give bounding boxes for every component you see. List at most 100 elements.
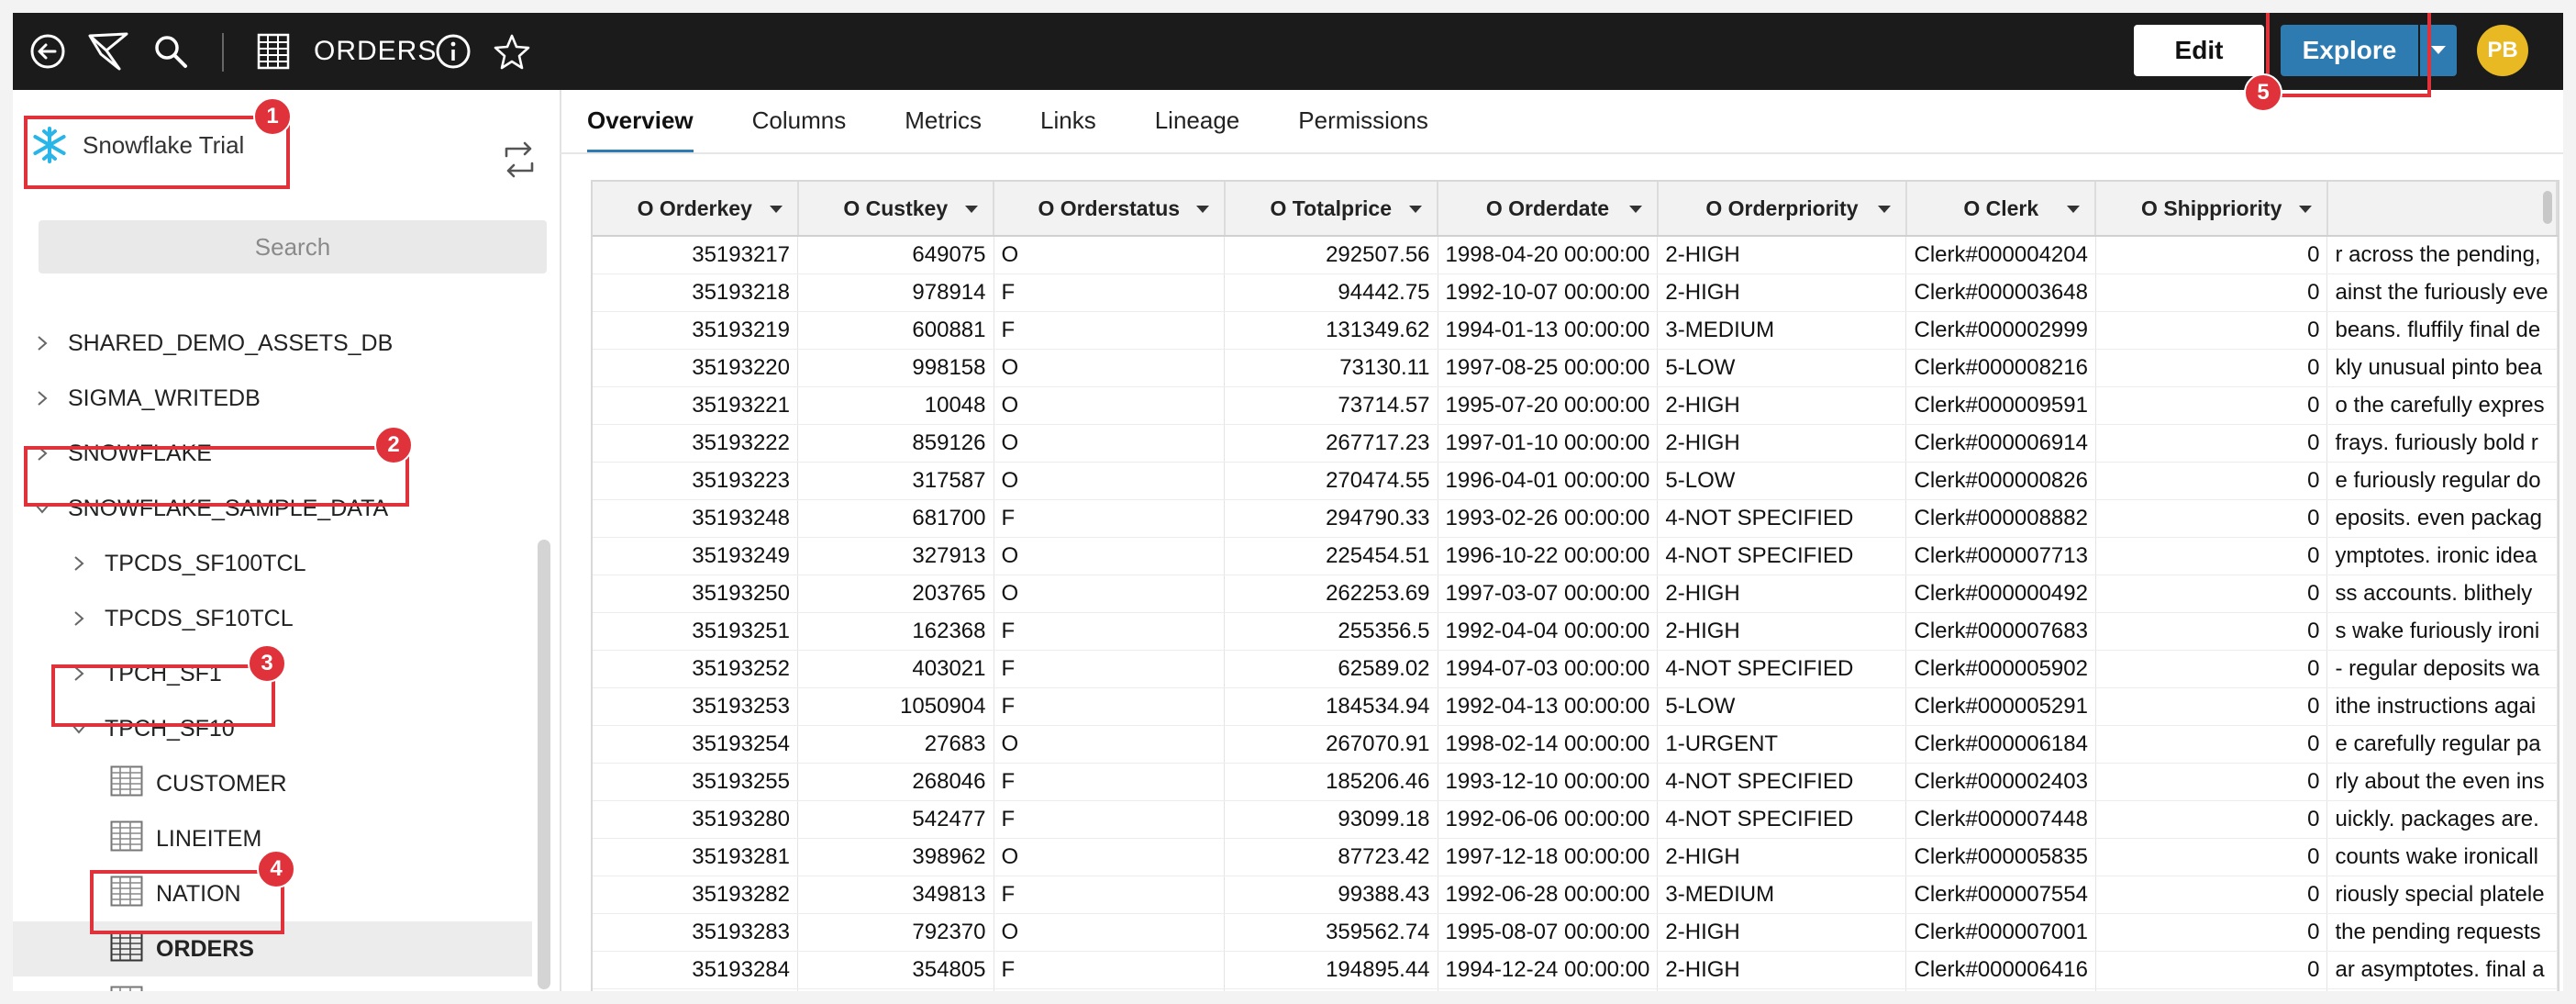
chevron-right-icon[interactable] (33, 390, 51, 407)
table-row[interactable]: 35193255 268046 F 185206.46 1993-12-10 00:00… (593, 763, 2558, 801)
highlight-box-3 (51, 664, 275, 727)
caret-down-icon[interactable] (2298, 206, 2312, 213)
table-row[interactable]: 35193248 681700 F 294790.33 1993-02-26 00:00… (593, 499, 2558, 538)
table-cell: 0 (2095, 236, 2328, 274)
tree-item-tpcds-sf10tcl[interactable]: TPCDS_SF10TCL (13, 591, 532, 646)
column-header[interactable] (2326, 182, 2558, 237)
table-cell: Clerk#000008216 (1905, 349, 2096, 387)
table-row[interactable]: 35193285686686F213464.371994-01-27 00:00… (593, 988, 2558, 991)
table-cell: 35193250 (593, 575, 798, 613)
sidebar-scrollbar[interactable] (538, 540, 550, 989)
caret-down-icon[interactable] (1628, 206, 1642, 213)
tab-overview[interactable]: Overview (587, 90, 694, 153)
table-cell: 185206.46 (1224, 763, 1438, 801)
table-cell: 542477 (797, 800, 994, 839)
column-header[interactable]: O Orderpriority (1657, 182, 1907, 237)
caret-down-icon[interactable] (1409, 206, 1423, 213)
tree-item-customer[interactable]: CUSTOMER (13, 756, 532, 811)
tree-item-part[interactable]: PART (13, 976, 532, 991)
info-icon[interactable] (433, 13, 473, 90)
table-row[interactable]: 35193223 317587 O 270474.55 1996-04-01 00:00… (593, 462, 2558, 500)
table-row[interactable]: 35193221 10048 O 73714.57 1995-07-20 00:00:0… (593, 386, 2558, 425)
column-header[interactable]: O Orderdate (1438, 182, 1659, 237)
table-row[interactable]: 35193284 354805 F 194895.44 1994-12-24 00:00… (593, 951, 2558, 989)
table-row[interactable]: 35193253 1050904 F 184534.94 1992-04-13 00:0… (593, 687, 2558, 726)
column-header[interactable]: O Orderstatus (994, 182, 1226, 237)
column-header[interactable]: O Custkey (797, 182, 994, 237)
table-cell: ainst the furiously eve (2326, 273, 2558, 312)
table-cell: 686686 (797, 988, 994, 991)
table-row[interactable]: 35193251 162368 F 255356.5 1992-04-04 00:00:… (593, 612, 2558, 651)
table-cell: 1993-12-10 00:00:00 (1438, 763, 1659, 801)
tab-links[interactable]: Links (1040, 90, 1096, 151)
table-cell: F (994, 311, 1226, 350)
chevron-right-icon[interactable] (33, 335, 51, 351)
table-row[interactable]: 35193252 403021 F 62589.02 1994-07-03 00:00:… (593, 650, 2558, 688)
tab-columns[interactable]: Columns (752, 90, 847, 151)
caret-down-icon[interactable] (769, 206, 783, 213)
table-cell: 0 (2095, 838, 2328, 876)
table-row[interactable]: 35193250 203765 O 262253.69 1997-03-07 00:00… (593, 575, 2558, 613)
table-row[interactable]: 35193217 649075 O 292507.56 1998-04-20 00:00… (593, 236, 2558, 274)
table-cell: O (994, 575, 1226, 613)
tree-item-tpcds-sf100tcl[interactable]: TPCDS_SF100TCL (13, 536, 532, 591)
table-cell: 349813 (797, 876, 994, 914)
table-cell: 1994-01-13 00:00:00 (1438, 311, 1659, 350)
table-cell: Clerk#000005902 (1905, 650, 2096, 688)
table-cell: 213464.37 (1224, 988, 1438, 991)
table-cell: ithe instructions agai (2326, 687, 2558, 726)
column-header[interactable]: O Shippriority (2095, 182, 2328, 237)
table-row[interactable]: 35193283 792370 O 359562.74 1995-08-07 00:00… (593, 913, 2558, 952)
column-header-label: O Clerk (1963, 195, 2039, 220)
table-cell: O (994, 424, 1226, 463)
table-row[interactable]: 35193220 998158 O 73130.11 1997-08-25 00:00:… (593, 349, 2558, 387)
star-icon[interactable] (492, 13, 532, 90)
column-header[interactable]: O Orderkey (593, 182, 799, 237)
table-cell: Clerk#000006914 (1905, 424, 2096, 463)
table-row[interactable]: 35193219 600881 F 131349.62 1994-01-13 00:00… (593, 311, 2558, 350)
table-row[interactable]: 35193218 978914 F 94442.75 1992-10-07 00:00:… (593, 273, 2558, 312)
back-icon[interactable] (28, 13, 68, 90)
table-row[interactable]: 35193249 327913 O 225454.51 1996-10-22 00:00… (593, 537, 2558, 575)
table-cell: F (994, 988, 1226, 991)
caret-down-icon[interactable] (1877, 206, 1891, 213)
table-cell: 1994-12-24 00:00:00 (1438, 951, 1659, 989)
tab-metrics[interactable]: Metrics (905, 90, 982, 151)
tree-item-sigma-writedb[interactable]: SIGMA_WRITEDB (13, 371, 532, 426)
avatar[interactable]: PB (2477, 25, 2528, 76)
edit-button[interactable]: Edit (2134, 25, 2264, 76)
table-row[interactable]: 35193281 398962 O 87723.42 1997-12-18 00:00:… (593, 838, 2558, 876)
tree-item-shared-demo-assets-db[interactable]: SHARED_DEMO_ASSETS_DB (13, 316, 532, 371)
table-cell: 1994-07-03 00:00:00 (1438, 650, 1659, 688)
table-cell: 35193255 (593, 763, 798, 801)
page-title: ORDERS (314, 36, 438, 66)
caret-down-icon[interactable] (965, 206, 978, 213)
search-input[interactable] (39, 220, 547, 273)
table-cell: 5-LOW (1657, 349, 1907, 387)
search-icon[interactable] (150, 13, 191, 90)
switch-connection-icon[interactable] (499, 141, 539, 183)
table-cell: 1995-08-07 00:00:00 (1438, 913, 1659, 952)
table-row[interactable]: 35193254 27683 O 267070.91 1998-02-14 00:00:… (593, 725, 2558, 764)
table-cell: 2-HIGH (1657, 913, 1907, 952)
table-row[interactable]: 35193282 349813 F 99388.43 1992-06-28 00:00:… (593, 876, 2558, 914)
caret-down-icon[interactable] (1195, 206, 1209, 213)
table-row[interactable]: 35193222 859126 O 267717.23 1997-01-10 00:00… (593, 424, 2558, 463)
tab-lineage[interactable]: Lineage (1155, 90, 1240, 151)
tab-permissions[interactable]: Permissions (1298, 90, 1428, 151)
sigma-logo-icon[interactable] (86, 13, 132, 90)
table-cell: s wake furiously ironi (2326, 612, 2558, 651)
table-cell: 0 (2095, 462, 2328, 500)
grid-scrollbar[interactable] (2543, 191, 2552, 224)
chevron-right-icon[interactable] (70, 610, 88, 627)
highlight-box-4 (90, 870, 284, 934)
caret-down-icon[interactable] (2067, 206, 2081, 213)
table-cell: 35193283 (593, 913, 798, 952)
column-header[interactable]: O Clerk (1905, 182, 2097, 237)
table-row[interactable]: 35193280 542477 F 93099.18 1992-06-06 00:00:… (593, 800, 2558, 839)
table-cell: frays. furiously bold r (2326, 424, 2558, 463)
column-header[interactable]: O Totalprice (1224, 182, 1439, 237)
table-cell: uickly. packages are. (2326, 800, 2558, 839)
table-cell: 1996-10-22 00:00:00 (1438, 537, 1659, 575)
chevron-right-icon[interactable] (70, 555, 88, 572)
